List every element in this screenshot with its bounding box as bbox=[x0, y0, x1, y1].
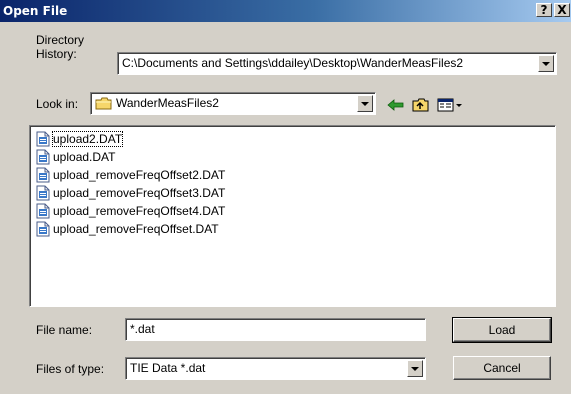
title-bar[interactable]: Open File ? X bbox=[0, 0, 571, 22]
file-name-input[interactable]: *.dat bbox=[125, 318, 426, 341]
directory-history-label-line2: History: bbox=[36, 47, 77, 61]
file-name: upload_removeFreqOffset.DAT bbox=[53, 222, 219, 236]
chevron-down-icon[interactable] bbox=[407, 360, 423, 377]
look-in-label: Look in: bbox=[36, 97, 79, 111]
open-file-dialog: Open File ? X Directory History: C:\Docu… bbox=[0, 0, 571, 394]
file-name: upload_removeFreqOffset3.DAT bbox=[53, 186, 226, 200]
file-type-value: TIE Data *.dat bbox=[130, 361, 206, 375]
file-name-value: *.dat bbox=[130, 322, 155, 336]
file-type-combo[interactable]: TIE Data *.dat bbox=[125, 357, 426, 380]
back-arrow-icon[interactable] bbox=[387, 97, 405, 113]
file-icon bbox=[36, 149, 50, 165]
load-button[interactable]: Load bbox=[452, 317, 552, 343]
folder-icon bbox=[95, 97, 112, 110]
file-name: upload_removeFreqOffset4.DAT bbox=[53, 204, 226, 218]
up-folder-icon[interactable] bbox=[412, 97, 430, 113]
look-in-value: WanderMeasFiles2 bbox=[116, 96, 219, 110]
file-icon bbox=[36, 167, 50, 183]
file-type-label: Files of type: bbox=[36, 362, 105, 376]
help-button[interactable]: ? bbox=[536, 3, 552, 17]
file-icon bbox=[36, 203, 50, 219]
file-icon bbox=[36, 185, 50, 201]
file-icon bbox=[36, 221, 50, 237]
file-name: upload2.DAT bbox=[51, 131, 124, 147]
directory-history-combo[interactable]: C:\Documents and Settings\ddailey\Deskto… bbox=[117, 52, 557, 75]
file-name-label: File name: bbox=[36, 323, 93, 337]
close-button[interactable]: X bbox=[554, 3, 570, 17]
directory-history-value: C:\Documents and Settings\ddailey\Deskto… bbox=[122, 56, 464, 70]
dialog-title: Open File bbox=[3, 4, 68, 18]
file-name: upload.DAT bbox=[53, 150, 116, 164]
directory-history-label-line1: Directory bbox=[36, 33, 85, 47]
chevron-down-icon[interactable] bbox=[357, 95, 373, 112]
look-in-combo[interactable]: WanderMeasFiles2 bbox=[90, 92, 376, 115]
view-menu-icon[interactable] bbox=[437, 97, 463, 113]
file-list[interactable]: upload2.DAT upload.DAT upload_removeFreqOf… bbox=[29, 125, 556, 307]
file-icon bbox=[36, 131, 50, 147]
cancel-button[interactable]: Cancel bbox=[453, 356, 551, 380]
chevron-down-icon[interactable] bbox=[538, 55, 554, 72]
file-name: upload_removeFreqOffset2.DAT bbox=[53, 168, 226, 182]
